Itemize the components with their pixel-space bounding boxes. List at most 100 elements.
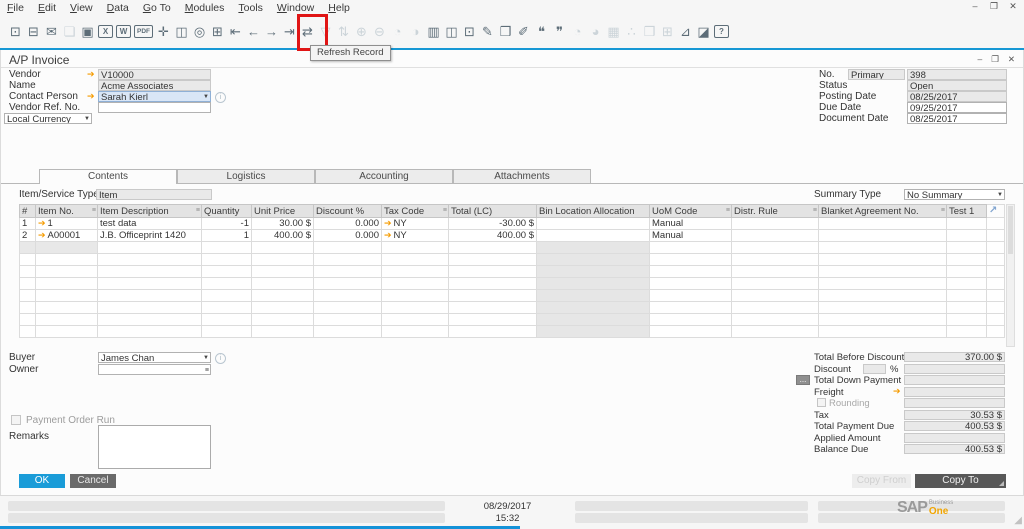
col-header-total-lc[interactable]: Total (LC) [449, 205, 537, 218]
link-arrow-icon[interactable]: ➔ [384, 218, 392, 228]
discount-field[interactable] [904, 364, 1005, 374]
item-service-type-field[interactable]: Item [96, 189, 212, 200]
total-before-discount-field[interactable]: 370.00 $ [904, 352, 1005, 362]
col-header-distr-rule[interactable]: Distr. Rule≡ [732, 205, 819, 218]
empty-cell[interactable] [449, 290, 537, 302]
owner-select-icon[interactable]: ≡ [205, 365, 209, 375]
empty-cell[interactable] [314, 290, 382, 302]
tab-attachments[interactable]: Attachments [453, 169, 591, 183]
empty-cell[interactable] [98, 314, 202, 326]
empty-cell[interactable] [36, 290, 98, 302]
cell-tax-code[interactable]: ➔NY [382, 218, 449, 230]
cell-[interactable]: 1 [20, 218, 36, 230]
document-edit-icon[interactable]: ✐ [516, 24, 531, 39]
empty-cell[interactable] [20, 302, 36, 314]
summary-type-combo[interactable]: No Summary▼ [904, 189, 1005, 200]
menu-help[interactable]: Help [321, 2, 357, 14]
messages-icon[interactable]: ❞ [552, 24, 567, 39]
document-preview-icon[interactable]: ⊡ [462, 24, 477, 39]
remarks-field[interactable] [98, 425, 211, 469]
empty-cell[interactable] [732, 278, 819, 290]
empty-cell[interactable] [537, 254, 650, 266]
empty-cell[interactable] [202, 290, 252, 302]
empty-cell[interactable] [202, 314, 252, 326]
tax-field[interactable]: 30.53 $ [904, 410, 1005, 420]
dropdown-arrow-icon[interactable]: ▼ [203, 92, 209, 102]
total-payment-due-field[interactable]: 400.53 $ [904, 421, 1005, 431]
menu-view[interactable]: View [63, 2, 100, 14]
buyer-combo[interactable]: James Chan▼ [98, 352, 211, 363]
grid-scrollbar[interactable] [1006, 204, 1015, 347]
empty-cell[interactable] [98, 266, 202, 278]
empty-cell[interactable] [732, 242, 819, 254]
maximize-grid-icon[interactable]: ↗ [989, 205, 997, 216]
empty-cell[interactable] [252, 314, 314, 326]
empty-cell[interactable] [947, 326, 987, 338]
empty-cell[interactable] [98, 326, 202, 338]
empty-cell[interactable] [537, 302, 650, 314]
empty-cell[interactable] [819, 254, 947, 266]
menu-tools[interactable]: Tools [231, 2, 270, 14]
empty-cell[interactable] [537, 278, 650, 290]
empty-cell[interactable] [650, 326, 732, 338]
empty-cell[interactable] [819, 278, 947, 290]
empty-cell[interactable] [252, 326, 314, 338]
empty-cell[interactable] [382, 242, 449, 254]
find-icon[interactable]: ◎ [192, 24, 207, 39]
cell-item-description[interactable]: J.B. Officeprint 1420 [98, 230, 202, 242]
copy-to-button[interactable]: Copy To [915, 474, 1006, 488]
menu-file[interactable]: File [0, 2, 31, 14]
contact-link-arrow-icon[interactable]: ➔ [87, 91, 95, 102]
lock-screen-icon[interactable]: ✛ [156, 24, 171, 39]
empty-cell[interactable] [20, 326, 36, 338]
empty-cell[interactable] [947, 290, 987, 302]
minimize-icon[interactable]: – [970, 1, 980, 12]
empty-cell[interactable] [947, 302, 987, 314]
help-icon[interactable]: ? [714, 25, 729, 38]
cell-bin-location-allocation[interactable] [537, 218, 650, 230]
dropdown-arrow-icon[interactable]: ▼ [997, 190, 1003, 200]
col-header-unit-price[interactable]: Unit Price [252, 205, 314, 218]
empty-cell[interactable] [314, 242, 382, 254]
no-series-field[interactable]: Primary [848, 69, 905, 80]
column-menu-icon[interactable]: ≡ [941, 207, 945, 214]
empty-cell[interactable] [382, 302, 449, 314]
empty-cell[interactable] [449, 266, 537, 278]
cell-total-lc[interactable]: 400.00 $ [449, 230, 537, 242]
cell-uom-code[interactable]: Manual [650, 218, 732, 230]
empty-cell[interactable] [732, 290, 819, 302]
add-record-icon[interactable]: ⊞ [210, 24, 225, 39]
tab-logistics[interactable]: Logistics [177, 169, 315, 183]
rounding-field[interactable] [904, 398, 1005, 408]
empty-cell[interactable] [314, 266, 382, 278]
empty-cell[interactable] [252, 302, 314, 314]
scrollbar-thumb[interactable] [1008, 206, 1013, 254]
empty-cell[interactable] [732, 314, 819, 326]
empty-cell[interactable] [537, 290, 650, 302]
cell-item-no[interactable]: ➔1 [36, 218, 98, 230]
due-date-field[interactable]: 09/25/2017 [907, 102, 1007, 113]
empty-cell[interactable] [202, 278, 252, 290]
remarks-icon[interactable]: ❝ [534, 24, 549, 39]
print-preview-icon[interactable]: ⊡ [8, 24, 23, 39]
cell-unit-price[interactable]: 30.00 $ [252, 218, 314, 230]
empty-cell[interactable] [449, 302, 537, 314]
empty-cell[interactable] [98, 242, 202, 254]
no-value-field[interactable]: 398 [907, 69, 1007, 80]
posting-date-field[interactable]: 08/25/2017 [907, 91, 1007, 102]
first-record-icon[interactable]: ⇤ [228, 24, 243, 39]
empty-cell[interactable] [252, 254, 314, 266]
name-field[interactable]: Acme Associates [98, 80, 211, 91]
col-header-blanket-agreement-no[interactable]: Blanket Agreement No.≡ [819, 205, 947, 218]
freight-link-arrow-icon[interactable]: ➔ [893, 386, 901, 397]
excel-export-icon[interactable]: X [98, 25, 113, 38]
doc-minimize-icon[interactable]: – [978, 54, 983, 65]
cell-test-1[interactable] [947, 230, 987, 242]
menu-edit[interactable]: Edit [31, 2, 63, 14]
empty-cell[interactable] [537, 314, 650, 326]
discount-percent-field[interactable] [863, 364, 886, 374]
empty-cell[interactable] [382, 278, 449, 290]
empty-cell[interactable] [947, 254, 987, 266]
empty-cell[interactable] [314, 254, 382, 266]
ok-button[interactable]: OK [19, 474, 65, 488]
